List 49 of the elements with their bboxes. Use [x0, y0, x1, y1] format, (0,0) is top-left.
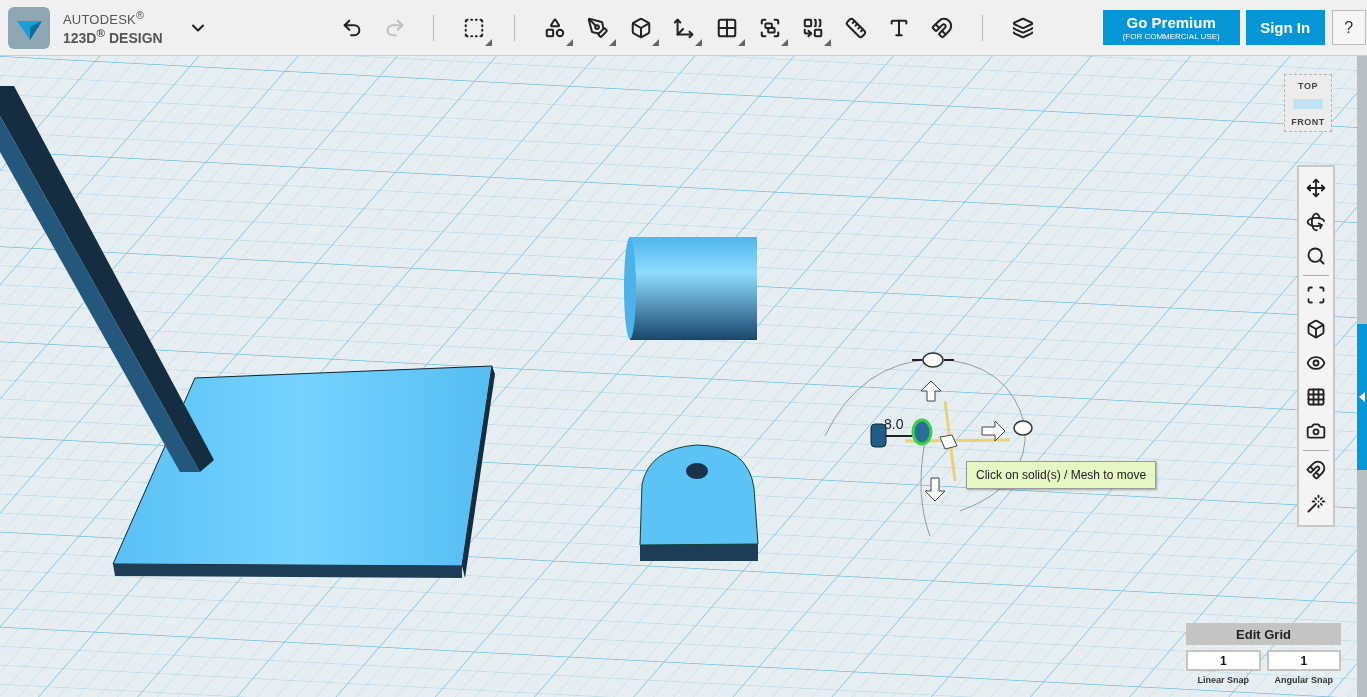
post-drawing[interactable]: [0, 86, 214, 472]
dashed-square-icon: [462, 16, 485, 39]
menu-corner-icon: [651, 38, 659, 46]
brand-name: AUTODESK$^{®}$: [63, 9, 146, 27]
wand-icon: [1306, 494, 1326, 514]
cube-icon: [1306, 319, 1326, 339]
snap-input[interactable]: 1: [1186, 650, 1261, 671]
logo-icon: [8, 6, 50, 49]
magnet-icon: [930, 16, 953, 39]
caret-left-icon: [1359, 392, 1365, 402]
eye-icon: [1306, 353, 1326, 373]
frame-icon: [1306, 285, 1326, 305]
dimension-label: 8.0: [884, 416, 904, 432]
snap-label: Angular Snap: [1274, 675, 1333, 685]
group-icon: [758, 16, 781, 39]
help-button[interactable]: ?: [1331, 10, 1366, 45]
menu-corner-icon: [737, 38, 745, 46]
camera-icon: [1306, 421, 1326, 441]
combine-icon: [801, 16, 824, 39]
menu-corner-icon: [565, 38, 573, 46]
panel-toggle-button[interactable]: [1357, 324, 1367, 470]
view-cube[interactable]: TOP FRONT: [1284, 74, 1332, 132]
cube-face-label[interactable]: FRONT: [1291, 117, 1325, 127]
magnet-icon: [1306, 460, 1326, 480]
layers-icon: [1011, 16, 1034, 39]
cube-icon: [629, 16, 652, 39]
grid-icon: [1306, 387, 1326, 407]
shapes-icon: [543, 16, 566, 39]
rotate-icon: [1306, 212, 1326, 232]
cylinder-drawing[interactable]: [624, 237, 757, 340]
menu-corner-icon: [823, 38, 831, 46]
grid-icon: [715, 16, 738, 39]
search-icon: [1306, 246, 1326, 266]
menu-corner-icon: [608, 38, 616, 46]
product-name: 123D$^{®}$ DESIGN: [63, 26, 163, 46]
snap-input[interactable]: 1: [1266, 650, 1341, 671]
base-plate-drawing[interactable]: [112, 365, 495, 578]
tooltip: Click on solid(s) / Mesh to move: [966, 461, 1157, 489]
edit-grid-button[interactable]: Edit Grid: [1186, 623, 1341, 645]
pen-icon: [586, 16, 609, 39]
menu-corner-icon: [484, 38, 492, 46]
menu-corner-icon: [780, 38, 788, 46]
bracket-drawing[interactable]: [639, 444, 759, 561]
ruler-icon: [844, 16, 867, 39]
menu-corner-icon: [694, 38, 702, 46]
move-axes-icon: [672, 16, 695, 39]
cube-face-label[interactable]: TOP: [1298, 81, 1318, 91]
snap-label: Linear Snap: [1197, 675, 1249, 685]
move-arrows-icon: [1306, 178, 1326, 198]
